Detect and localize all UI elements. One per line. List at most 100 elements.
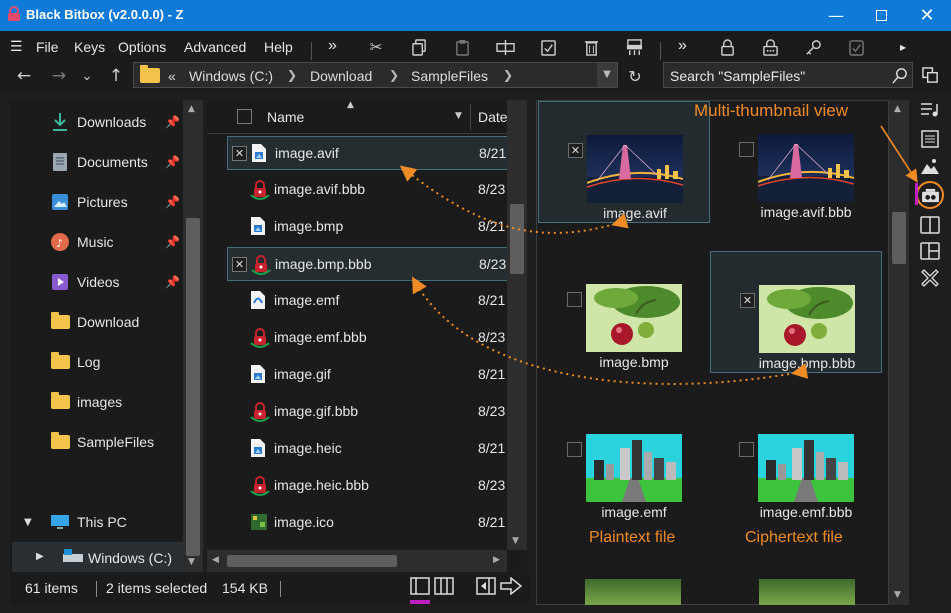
toolbar-overflow-icon[interactable]: » xyxy=(328,37,337,55)
thumbnail-card[interactable]: ✕ image.bmp.bbb xyxy=(710,251,882,373)
row-checkbox[interactable]: ✕ xyxy=(232,257,247,272)
encrypt-lock-icon[interactable] xyxy=(716,37,738,57)
thumbnail-checkbox[interactable] xyxy=(567,292,582,307)
nav-item-log[interactable]: Log xyxy=(10,342,185,382)
column-dropdown-icon[interactable]: ▼ xyxy=(455,111,462,121)
file-row[interactable]: image.bmp 8/21 xyxy=(227,210,510,244)
forward-arrow-icon[interactable]: → xyxy=(48,65,70,87)
menu-help[interactable]: Help xyxy=(264,39,293,55)
close-pane-icon[interactable] xyxy=(917,266,943,290)
pin-icon[interactable]: 📌 xyxy=(165,155,180,169)
scroll-up-icon[interactable]: ▲ xyxy=(188,104,195,114)
key-icon[interactable] xyxy=(802,37,824,57)
text-view-icon[interactable] xyxy=(917,127,943,151)
nav-item-download[interactable]: Download xyxy=(10,302,185,342)
thumbnail-checkbox[interactable]: ✕ xyxy=(740,293,755,308)
pin-icon[interactable]: 📌 xyxy=(165,235,180,249)
crumb-chevron-icon[interactable]: ❯ xyxy=(387,68,401,84)
pin-icon[interactable]: 📌 xyxy=(165,275,180,289)
minimize-button[interactable]: — xyxy=(813,0,859,31)
thumbnail-checkbox[interactable]: ✕ xyxy=(568,143,583,158)
file-row[interactable]: ✕ image.bmp.bbb 8/23 xyxy=(227,247,510,281)
shred-icon[interactable] xyxy=(623,37,645,57)
menu-options[interactable]: Options xyxy=(118,39,166,55)
h-scroll-thumb[interactable] xyxy=(227,555,397,567)
row-checkbox[interactable]: ✕ xyxy=(232,146,247,161)
address-box[interactable]: « Windows (C:) ❯ Download ❯ SampleFiles … xyxy=(133,62,618,88)
select-all-checkbox[interactable] xyxy=(237,109,252,124)
file-list-hscrollbar[interactable]: ◀ ▶ xyxy=(207,550,507,572)
crumb-samplefiles[interactable]: SampleFiles xyxy=(411,68,488,84)
pin-icon[interactable]: 📌 xyxy=(165,195,180,209)
thumbnail-card[interactable]: image.emf xyxy=(538,401,710,523)
history-chevron-down-icon[interactable]: ⌄ xyxy=(76,65,98,87)
multi-thumbnail-view-icon[interactable] xyxy=(916,181,944,209)
hamburger-menu-icon[interactable]: ☰ xyxy=(10,38,23,55)
nav-item-downloads[interactable]: Downloads 📌 xyxy=(10,102,185,142)
nav-item-samplefiles[interactable]: SampleFiles xyxy=(10,422,185,462)
nav-scroll-thumb[interactable] xyxy=(186,218,200,556)
scroll-down-icon[interactable]: ▼ xyxy=(512,536,519,546)
file-row[interactable]: image.gif.bbb 8/23 xyxy=(227,395,510,429)
maximize-button[interactable] xyxy=(858,0,904,31)
thumbnail-checkbox[interactable] xyxy=(739,142,754,157)
thumbnail-checkbox[interactable] xyxy=(567,442,582,457)
scroll-down-icon[interactable]: ▼ xyxy=(894,590,901,600)
thumbnail-checkbox[interactable] xyxy=(739,442,754,457)
image-view-icon[interactable] xyxy=(917,154,943,178)
split-grid-icon[interactable] xyxy=(917,239,943,263)
details-view-icon[interactable] xyxy=(410,577,431,597)
nav-scrollbar[interactable]: ▲ ▼ xyxy=(183,100,203,572)
scroll-down-icon[interactable]: ▼ xyxy=(188,557,195,567)
paste-icon[interactable] xyxy=(451,37,473,57)
preview-pane-toggle-icon[interactable] xyxy=(476,577,497,597)
thumbnail-card[interactable]: image.bmp xyxy=(538,251,710,373)
nav-item-videos[interactable]: Videos 📌 xyxy=(10,262,185,302)
decrypt-lock-icon[interactable] xyxy=(759,37,781,57)
verify-icon[interactable] xyxy=(845,37,867,57)
split-vertical-icon[interactable] xyxy=(917,213,943,237)
scroll-up-icon[interactable]: ▲ xyxy=(894,104,901,114)
file-row[interactable]: image.avif.bbb 8/23 xyxy=(227,173,510,207)
forward-pane-icon[interactable] xyxy=(500,576,524,597)
crumb-chevron-icon[interactable]: ❯ xyxy=(285,68,299,84)
menu-file[interactable]: File xyxy=(36,39,59,55)
rename-icon[interactable] xyxy=(494,37,516,57)
menu-keys[interactable]: Keys xyxy=(74,39,105,55)
crumb-chevron-icon[interactable]: ❯ xyxy=(501,68,515,84)
crumb-windows[interactable]: Windows (C:) xyxy=(189,68,273,84)
column-name[interactable]: Name xyxy=(267,109,304,125)
copy-icon[interactable] xyxy=(408,37,430,57)
address-overflow[interactable]: « xyxy=(168,68,176,84)
toolbar-overflow-2-icon[interactable]: » xyxy=(678,37,687,55)
preview-scrollbar[interactable]: ▲ ▼ xyxy=(889,100,909,605)
refresh-icon[interactable]: ↻ xyxy=(624,65,646,87)
cut-icon[interactable]: ✂ xyxy=(365,37,387,57)
file-row[interactable]: image.heic.bbb 8/23 xyxy=(227,469,510,503)
properties-check-icon[interactable] xyxy=(537,37,559,57)
delete-icon[interactable] xyxy=(580,37,602,57)
playlist-icon[interactable] xyxy=(917,98,943,122)
file-row[interactable]: image.gif 8/21 xyxy=(227,358,510,392)
nav-item-drive[interactable]: ▶ Windows (C:) xyxy=(12,542,185,572)
expand-down-chevron-icon[interactable]: ▼ xyxy=(24,517,32,528)
expand-right-chevron-icon[interactable]: ▶ xyxy=(36,551,44,562)
file-list-scrollbar[interactable]: ▼ xyxy=(507,100,527,550)
split-window-icon[interactable] xyxy=(918,63,942,87)
crumb-download[interactable]: Download xyxy=(310,68,372,84)
search-icon[interactable] xyxy=(892,67,909,84)
file-row[interactable]: ✕ image.avif 8/21 xyxy=(227,136,510,170)
file-row[interactable]: image.emf.bbb 8/23 xyxy=(227,321,510,355)
address-dropdown-icon[interactable]: ▼ xyxy=(597,63,617,87)
nav-item-music[interactable]: ♪ Music 📌 xyxy=(10,222,185,262)
close-button[interactable]: ✕ xyxy=(904,0,950,31)
scroll-left-icon[interactable]: ◀ xyxy=(212,555,219,565)
nav-item-documents[interactable]: Documents 📌 xyxy=(10,142,185,182)
column-date[interactable]: Date xyxy=(478,109,508,125)
scroll-right-icon[interactable]: ▶ xyxy=(493,555,500,565)
thumbnail-card[interactable]: ✕ image.avif xyxy=(538,101,710,223)
file-row[interactable]: image.emf 8/21 xyxy=(227,284,510,318)
nav-item-pictures[interactable]: Pictures 📌 xyxy=(10,182,185,222)
search-input[interactable]: Search "SampleFiles" xyxy=(663,62,913,88)
nav-item-images[interactable]: images xyxy=(10,382,185,422)
